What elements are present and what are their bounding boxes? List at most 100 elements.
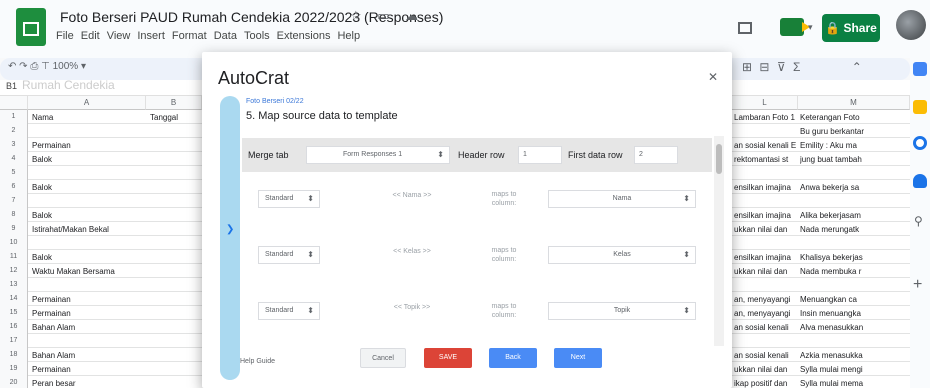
borders-icon[interactable]: ⊟ xyxy=(759,60,771,74)
table-cell-m[interactable]: Nada merungatk xyxy=(800,225,908,234)
meet-icon[interactable] xyxy=(780,18,810,36)
table-cell-l[interactable]: an sosial kenali xyxy=(734,323,796,332)
back-button[interactable]: Back xyxy=(489,348,537,368)
scrollbar-thumb[interactable] xyxy=(716,144,722,174)
table-cell-l[interactable]: ensilkan imajina xyxy=(734,253,796,262)
chevron-right-icon[interactable]: ❯ xyxy=(226,224,234,235)
table-cell-m[interactable]: Sylla mulai mengi xyxy=(800,365,908,374)
cancel-button[interactable]: Cancel xyxy=(360,348,406,368)
next-button[interactable]: Next xyxy=(554,348,602,368)
table-cell-l[interactable]: Lambaran Foto 1 xyxy=(734,113,796,122)
row-number[interactable]: 1 xyxy=(0,110,28,124)
header-row-input[interactable]: 1 xyxy=(518,146,562,164)
star-icon[interactable]: ☆ ▭ ☁ xyxy=(350,8,424,24)
zoom-select[interactable]: 100% xyxy=(53,61,79,72)
row-number[interactable]: 2 xyxy=(0,124,28,138)
name-box[interactable]: B1 xyxy=(6,81,17,91)
menu-file[interactable]: File xyxy=(56,30,74,42)
table-cell-a[interactable]: Permainan xyxy=(32,141,144,150)
redo-icon[interactable]: ↷ xyxy=(19,61,27,72)
row-number[interactable]: 17 xyxy=(0,334,28,348)
table-cell-a[interactable]: Bahan Alam xyxy=(32,351,144,360)
table-cell-m[interactable]: jung buat tambah xyxy=(800,155,908,164)
collapse-toolbar-icon[interactable]: ⌃ xyxy=(852,60,864,74)
column-header-a[interactable]: A xyxy=(28,96,146,110)
table-cell-a[interactable]: Istirahat/Makan Bekal xyxy=(32,225,144,234)
table-cell-l[interactable]: an sosial kenali Emosi xyxy=(734,141,796,150)
table-cell-l[interactable]: ikap positif dan xyxy=(734,379,796,388)
column-header-m[interactable]: M xyxy=(798,96,910,110)
mode-select[interactable]: Standard ⬍ xyxy=(258,302,320,320)
table-cell-m[interactable]: Alika bekerjasam xyxy=(800,211,908,220)
table-cell-a[interactable]: Permainan xyxy=(32,365,144,374)
table-cell-l[interactable]: ukkan nilai dan xyxy=(734,225,796,234)
menu-help[interactable]: Help xyxy=(337,30,360,42)
menu-view[interactable]: View xyxy=(107,30,131,42)
column-header-l[interactable]: L xyxy=(732,96,798,110)
table-cell-a[interactable]: Balok xyxy=(32,253,144,262)
column-select[interactable]: Nama ⬍ xyxy=(548,190,696,208)
contacts-icon[interactable] xyxy=(913,174,927,188)
menu-format[interactable]: Format xyxy=(172,30,207,42)
filter-icon[interactable]: ⊽ xyxy=(777,60,788,74)
first-data-row-input[interactable]: 2 xyxy=(634,146,678,164)
table-cell-l[interactable]: ensilkan imajina xyxy=(734,211,796,220)
table-cell-m[interactable]: Emility : Aku ma xyxy=(800,141,908,150)
row-number[interactable]: 3 xyxy=(0,138,28,152)
table-cell-a[interactable]: Balok xyxy=(32,155,144,164)
table-cell-l[interactable]: ukkan nilai dan xyxy=(734,267,796,276)
functions-icon[interactable]: Σ xyxy=(793,60,802,74)
table-cell-m[interactable]: Insin menuangka xyxy=(800,309,908,318)
table-cell-m[interactable]: Keterangan Foto xyxy=(800,113,908,122)
row-number[interactable]: 19 xyxy=(0,362,28,376)
row-number[interactable]: 12 xyxy=(0,264,28,278)
select-all-corner[interactable] xyxy=(0,96,28,110)
row-number[interactable]: 14 xyxy=(0,292,28,306)
table-cell-m[interactable]: Azkia menasukka xyxy=(800,351,908,360)
share-button[interactable]: 🔒 Share xyxy=(822,14,880,42)
row-number[interactable]: 13 xyxy=(0,278,28,292)
mode-select[interactable]: Standard ⬍ xyxy=(258,246,320,264)
column-header-b[interactable]: B xyxy=(146,96,202,110)
table-cell-a[interactable]: Bahan Alam xyxy=(32,323,144,332)
sheets-logo-icon[interactable] xyxy=(16,8,46,46)
table-cell-m[interactable]: Nada membuka r xyxy=(800,267,908,276)
table-cell-l[interactable]: an, menyayangi xyxy=(734,309,796,318)
row-number[interactable]: 6 xyxy=(0,180,28,194)
zoom-chevron-icon[interactable]: ▾ xyxy=(81,61,86,72)
save-button[interactable]: SAVE xyxy=(424,348,472,368)
row-number[interactable]: 11 xyxy=(0,250,28,264)
merge-tab-select[interactable]: Form Responses 1 ⬍ xyxy=(306,146,450,164)
row-number[interactable]: 10 xyxy=(0,236,28,250)
table-cell-a[interactable]: Peran besar xyxy=(32,379,144,388)
keep-icon[interactable] xyxy=(913,100,927,114)
table-cell-l[interactable]: ukkan nilai dan xyxy=(734,365,796,374)
undo-icon[interactable]: ↶ xyxy=(8,61,16,72)
menu-edit[interactable]: Edit xyxy=(81,30,100,42)
table-cell-l[interactable]: rektomantasi st xyxy=(734,155,796,164)
help-guide-link[interactable]: Help Guide xyxy=(240,358,275,365)
column-select[interactable]: Kelas ⬍ xyxy=(548,246,696,264)
table-cell-l[interactable]: an, menyayangi xyxy=(734,295,796,304)
table-cell-l[interactable]: ensilkan imajina xyxy=(734,183,796,192)
table-cell-m[interactable]: Anwa bekerja sa xyxy=(800,183,908,192)
table-cell-a[interactable]: Permainan xyxy=(32,295,144,304)
menu-insert[interactable]: Insert xyxy=(137,30,165,42)
row-number[interactable]: 9 xyxy=(0,222,28,236)
row-number[interactable]: 5 xyxy=(0,166,28,180)
tasks-icon[interactable] xyxy=(913,136,927,150)
paint-format-icon[interactable]: ⊤ xyxy=(41,61,50,72)
menu-extensions[interactable]: Extensions xyxy=(277,30,331,42)
table-cell-m[interactable]: Menuangkan ca xyxy=(800,295,908,304)
table-cell-m[interactable]: Alva menasukkan xyxy=(800,323,908,332)
avatar[interactable] xyxy=(896,10,926,40)
table-cell-l[interactable]: an sosial kenali xyxy=(734,351,796,360)
mode-select[interactable]: Standard ⬍ xyxy=(258,190,320,208)
table-cell-m[interactable]: Bu guru berkantar xyxy=(800,127,908,136)
row-number[interactable]: 20 xyxy=(0,376,28,388)
calendar-icon[interactable] xyxy=(913,62,927,76)
row-number[interactable]: 4 xyxy=(0,152,28,166)
add-addon-icon[interactable]: + xyxy=(913,276,922,294)
table-cell-m[interactable]: Sylla mulai mema xyxy=(800,379,908,388)
insert-chart-icon[interactable]: ⊞ xyxy=(742,60,754,74)
